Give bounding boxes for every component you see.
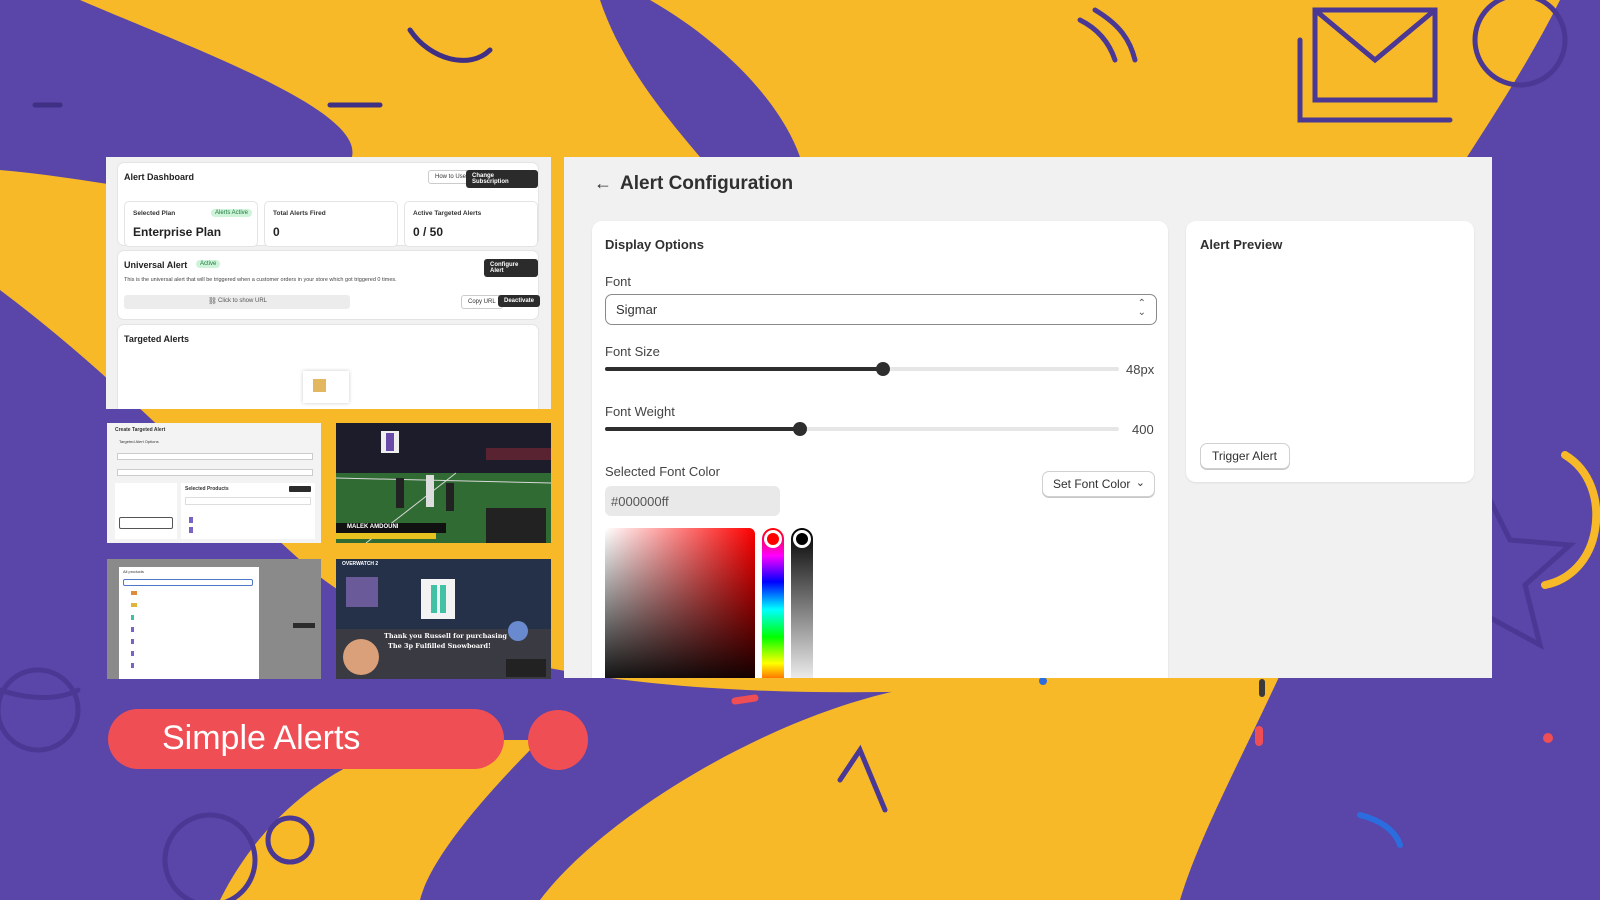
banner-label: Simple Alerts — [162, 719, 361, 757]
stat-label: Total Alerts Fired — [273, 210, 326, 217]
player-name: MALEK AMDOUNI — [347, 524, 399, 530]
stat-value: 0 — [273, 225, 280, 239]
purchase-message-1: Thank you Russell for purchasing — [384, 632, 507, 640]
trigger-alert-label: Trigger Alert — [1212, 449, 1277, 463]
products-list-thumbnail: All products — [107, 559, 321, 679]
thumb-title: Create Targeted Alert — [115, 427, 166, 433]
hue-handle[interactable] — [764, 530, 782, 548]
copy-url-button[interactable]: Copy URL — [461, 295, 503, 309]
font-size-value: 48px — [1126, 362, 1155, 377]
link-icon: ⛓ — [208, 298, 217, 305]
font-select-value: Sigmar — [616, 302, 658, 317]
display-options-title: Display Options — [605, 237, 704, 252]
purchase-message-2: The 3p Fulfilled Snowboard! — [388, 642, 491, 650]
alert-dashboard-screenshot: Alert Dashboard How to Use Change Subscr… — [106, 157, 551, 409]
hue-slider[interactable] — [762, 528, 784, 678]
empty-state-icon — [313, 379, 326, 392]
set-font-color-button[interactable]: Set Font Color ⌄ — [1042, 471, 1155, 497]
font-weight-label: Font Weight — [605, 404, 675, 419]
font-select[interactable]: Sigmar ⌃ ⌄ — [605, 294, 1157, 325]
stat-value: Enterprise Plan — [133, 225, 222, 239]
dashboard-title: Alert Dashboard — [124, 172, 195, 182]
thumb-input — [117, 453, 313, 460]
dashboard-header-card: Alert Dashboard How to Use Change Subscr… — [118, 163, 538, 247]
total-alerts-stat: Total Alerts Fired 0 — [264, 201, 398, 247]
alpha-slider[interactable] — [791, 528, 813, 678]
universal-alert-title: Universal Alert — [124, 260, 188, 270]
page-title: Alert Configuration — [620, 173, 794, 194]
display-options-card: Display Options Font Sigmar ⌃ ⌄ Font Size… — [592, 221, 1168, 678]
stream-thumbnail: MALEK AMDOUNI — [336, 423, 551, 543]
set-font-color-label: Set Font Color — [1053, 477, 1131, 491]
url-placeholder: Click to show URL — [218, 298, 268, 304]
back-arrow-icon[interactable]: ← — [594, 173, 612, 194]
font-label: Font — [605, 274, 632, 289]
selected-plan-stat: Selected Plan Alerts Active Enterprise P… — [124, 201, 258, 247]
game-brand: OVERWATCH 2 — [342, 561, 379, 567]
chevron-down-icon: ⌄ — [1135, 477, 1145, 489]
targeted-alerts-title: Targeted Alerts — [124, 334, 190, 344]
thumb-subtitle: Targeted Alert Options — [119, 439, 159, 444]
universal-alert-description: This is the universal alert that will be… — [124, 277, 397, 283]
font-size-track[interactable] — [605, 367, 1119, 371]
change-subscription-button[interactable]: Change Subscription — [466, 170, 538, 188]
products-search — [123, 579, 253, 586]
simple-alerts-banner: Simple Alerts — [108, 709, 504, 769]
thumb-products-panel: Selected Products — [181, 483, 315, 539]
trigger-alert-button[interactable]: Trigger Alert — [1200, 443, 1290, 469]
font-weight-value: 400 — [1132, 422, 1154, 437]
deactivate-button[interactable]: Deactivate — [498, 295, 541, 307]
active-targeted-stat: Active Targeted Alerts 0 / 50 — [404, 201, 538, 247]
alert-preview-card: Alert Preview Trigger Alert — [1186, 221, 1474, 482]
font-size-slider-handle[interactable] — [876, 362, 890, 376]
font-weight-fill — [605, 427, 800, 431]
products-modal-title: All products — [123, 569, 144, 574]
selected-color-field[interactable]: #000000ff — [605, 486, 780, 516]
alert-configuration-panel: ← Alert Configuration Display Options Fo… — [564, 157, 1492, 678]
selected-font-color-label: Selected Font Color — [605, 464, 720, 479]
thumb-selected-products: Selected Products — [185, 486, 229, 492]
select-chevron-icon: ⌃ ⌄ — [1137, 298, 1146, 318]
font-weight-slider-handle[interactable] — [793, 422, 807, 436]
alert-preview-title: Alert Preview — [1200, 237, 1283, 252]
stat-label: Active Targeted Alerts — [413, 210, 482, 217]
thumb-side-list — [115, 483, 177, 539]
empty-state-box — [303, 371, 349, 403]
url-field[interactable]: ⛓ Click to show URL — [124, 295, 350, 309]
stat-value: 0 / 50 — [413, 225, 444, 239]
active-badge: Active — [196, 260, 221, 268]
font-size-fill — [605, 367, 883, 371]
alerts-active-badge: Alerts Active — [211, 209, 253, 217]
configure-alert-button[interactable]: Configure Alert — [484, 259, 538, 277]
font-size-label: Font Size — [605, 344, 660, 359]
game-thumbnail: OVERWATCH 2 Thank you Russell for purcha… — [336, 559, 551, 679]
stat-label: Selected Plan — [133, 210, 176, 217]
create-targeted-alert-thumbnail: Create Targeted Alert Targeted Alert Opt… — [107, 423, 321, 543]
font-weight-track[interactable] — [605, 427, 1119, 431]
alpha-handle[interactable] — [793, 530, 811, 548]
universal-alert-card: Universal Alert Active Configure Alert T… — [118, 251, 541, 319]
targeted-alerts-card: Targeted Alerts — [118, 325, 538, 409]
selected-color-value: #000000ff — [611, 494, 669, 509]
game-scene — [336, 559, 551, 679]
thumb-input — [117, 469, 313, 476]
color-saturation-picker[interactable] — [605, 528, 755, 678]
decorative-dot — [528, 710, 588, 770]
products-modal: All products — [119, 567, 259, 679]
